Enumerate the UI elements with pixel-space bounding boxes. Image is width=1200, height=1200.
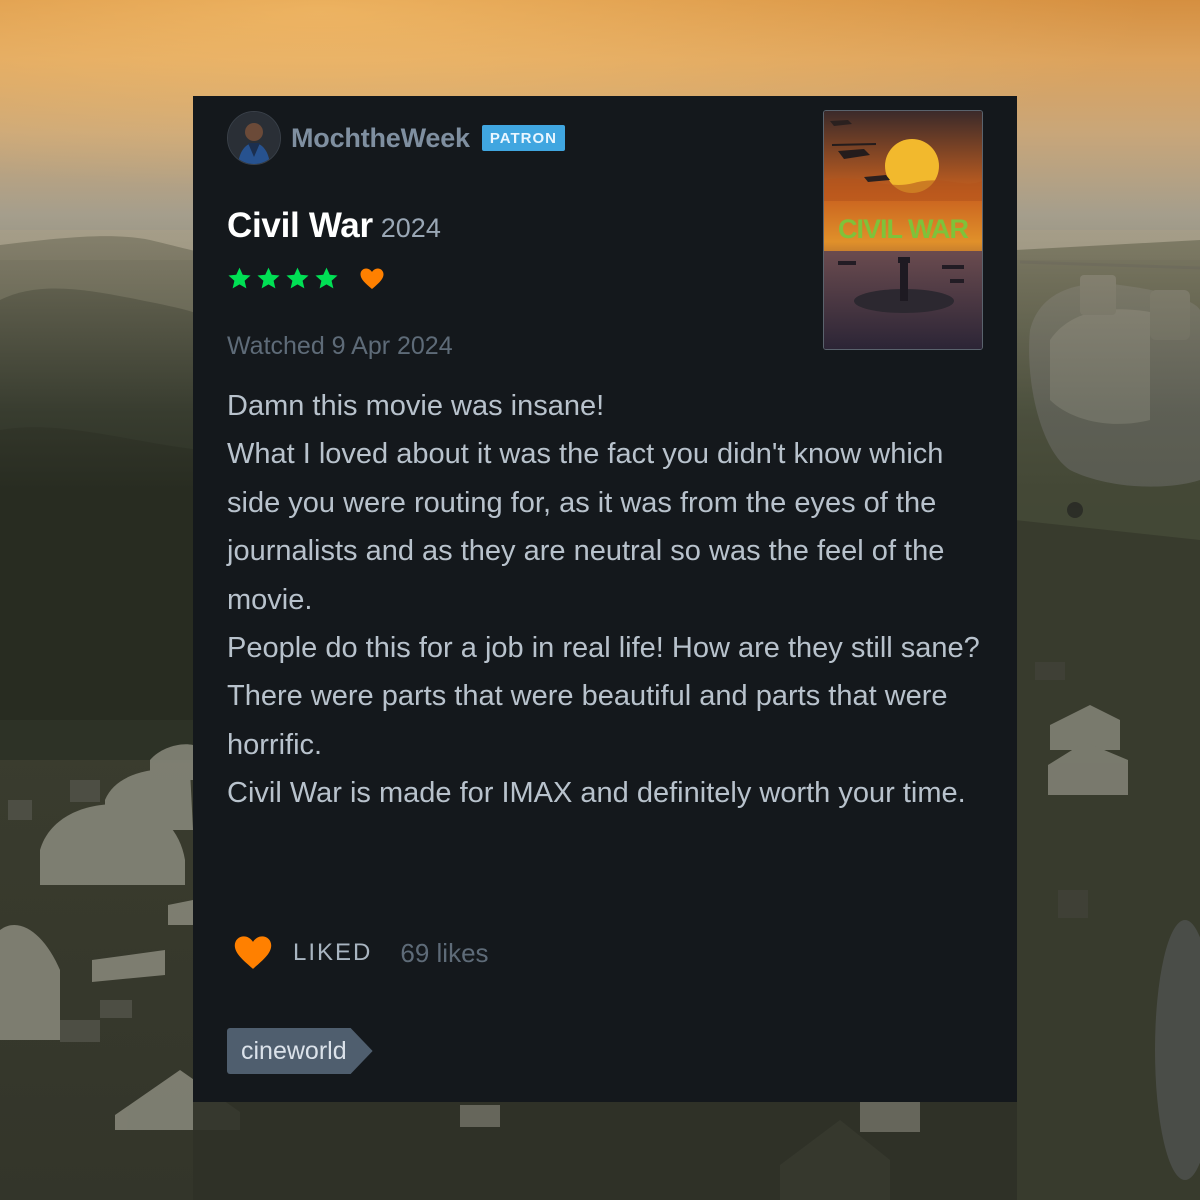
review-paragraph: What I loved about it was the fact you d…	[227, 438, 945, 616]
star-icon	[228, 267, 251, 289]
star-icon	[257, 267, 280, 289]
patron-badge: PATRON	[481, 125, 565, 151]
likes-count-link[interactable]: 69 likes	[400, 938, 488, 969]
heart-icon[interactable]	[231, 934, 275, 972]
review-paragraph: There were parts that were beautiful and…	[227, 680, 948, 761]
review-paragraph: People do this for a job in real life! H…	[227, 632, 980, 665]
liked-label[interactable]: LIKED	[293, 939, 372, 967]
review-author: MochtheWeek PATRON	[227, 110, 565, 166]
review-paragraph: Civil War is made for IMAX and definitel…	[227, 777, 966, 810]
star-icon	[286, 267, 309, 289]
tag-cineworld[interactable]: cineworld	[227, 1028, 373, 1074]
review-body: Damn this movie was insane! What I loved…	[227, 382, 987, 818]
heart-icon	[360, 268, 384, 289]
review-card: MochtheWeek PATRON Civil War 2024 Watche…	[193, 96, 1017, 1102]
film-title[interactable]: Civil War	[227, 206, 373, 246]
star-icon	[315, 267, 338, 289]
like-section: LIKED 69 likes	[231, 934, 489, 972]
watched-date[interactable]: Watched 9 Apr 2024	[227, 332, 453, 361]
user-avatar[interactable]	[227, 111, 281, 165]
review-paragraph: Damn this movie was insane!	[227, 390, 605, 422]
username-link[interactable]: MochtheWeek	[291, 123, 470, 154]
film-year[interactable]: 2024	[381, 213, 441, 244]
rating	[227, 266, 385, 291]
film-poster[interactable]: CIVIL WAR	[823, 110, 983, 350]
poster-title: CIVIL WAR	[838, 214, 969, 244]
film-heading: Civil War 2024	[227, 206, 441, 246]
